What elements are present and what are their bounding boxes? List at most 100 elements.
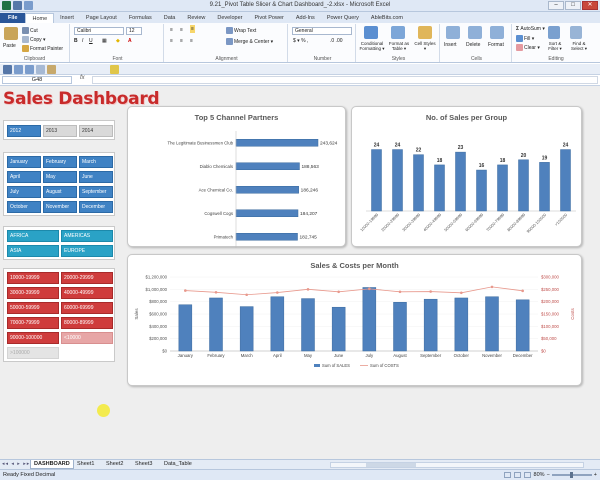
slicer-range[interactable]: 60000-69999 — [61, 302, 113, 314]
underline-button[interactable]: U — [89, 38, 93, 44]
slicer-month[interactable]: September — [79, 186, 113, 198]
slicer-region[interactable]: AMERICAS — [61, 230, 113, 242]
sort-filter-button[interactable]: Sort & Filter ▾ — [544, 41, 566, 51]
slicer-month[interactable]: December — [79, 201, 113, 213]
tab-data[interactable]: Data — [158, 13, 182, 23]
horizontal-scrollbar[interactable] — [330, 462, 584, 468]
zoom-slider[interactable] — [551, 472, 592, 478]
name-box[interactable]: G48 — [2, 76, 72, 84]
slicer-month[interactable]: June — [79, 171, 113, 183]
tab-file[interactable]: File — [0, 13, 26, 23]
cell-styles-button[interactable]: Cell Styles ▾ — [414, 41, 436, 51]
wrap-text-button[interactable]: Wrap Text — [226, 27, 256, 34]
paste-icon[interactable] — [4, 27, 18, 40]
slicer-range[interactable]: 30000-39999 — [7, 287, 59, 299]
qa-redo-icon[interactable] — [25, 65, 34, 74]
find-select-button[interactable]: Find & Select ▾ — [568, 41, 590, 51]
format-as-table-button[interactable]: Format as Table ▾ — [387, 41, 411, 51]
slicer-range[interactable]: 50000-59999 — [7, 302, 59, 314]
autosum-button[interactable]: Σ AutoSum ▾ — [516, 26, 545, 32]
decimal-icon[interactable]: .0 .00 — [330, 38, 343, 44]
fx-icon[interactable]: fx — [80, 75, 85, 81]
slicer-region[interactable]: EUROPE — [61, 245, 113, 257]
qa-print-icon[interactable] — [36, 65, 45, 74]
slicer-month[interactable]: October — [7, 201, 41, 213]
format-button[interactable]: Format — [488, 42, 504, 48]
minimize-button[interactable]: – — [548, 1, 564, 10]
font-name-select[interactable]: Calibri — [74, 27, 124, 35]
tab-home[interactable]: Home — [25, 13, 55, 23]
delete-button[interactable]: Delete — [466, 42, 480, 48]
conditional-formatting-button[interactable]: Conditional Formatting ▾ — [359, 41, 385, 51]
fill-button[interactable]: Fill ▾ — [516, 35, 534, 42]
sheet-tab-sheet1[interactable]: Sheet1 — [74, 460, 97, 469]
slicer-year-2014[interactable]: 2014 — [79, 125, 113, 137]
format-table-icon[interactable] — [391, 26, 405, 39]
tab-power-query[interactable]: Power Query — [321, 13, 365, 23]
font-color-icon[interactable]: A — [128, 38, 132, 44]
align-right-icon[interactable]: ≡ — [190, 38, 193, 44]
sales-costs-chart-panel[interactable]: Sales & Costs per Month $0 $200,000 $400,0… — [127, 254, 582, 386]
slicer-range[interactable]: >100000 — [7, 347, 59, 359]
sort-filter-icon[interactable] — [548, 26, 560, 39]
qa-custom-icon[interactable] — [110, 65, 119, 74]
currency-icon[interactable]: $ ▾ % , — [293, 38, 308, 44]
slicer-month[interactable]: March — [79, 156, 113, 168]
slicer-region[interactable]: ASIA — [7, 245, 59, 257]
slicer-range[interactable]: 10000-19999 — [7, 272, 59, 284]
tab-review[interactable]: Review — [181, 13, 211, 23]
paste-button[interactable]: Paste — [3, 43, 16, 49]
formula-input[interactable] — [92, 76, 598, 84]
sheet-tab-data-table[interactable]: Data_Table — [161, 460, 195, 469]
tab-add-ins[interactable]: Add-Ins — [290, 13, 321, 23]
slicer-range[interactable]: 80000-89999 — [61, 317, 113, 329]
zoom-slider-thumb[interactable] — [569, 472, 573, 478]
borders-icon[interactable]: ▦ — [102, 38, 107, 44]
page-break-view-icon[interactable] — [523, 472, 531, 478]
normal-view-icon[interactable] — [503, 472, 511, 478]
qa-open-icon[interactable] — [47, 65, 56, 74]
delete-cells-icon[interactable] — [468, 26, 482, 39]
copy-button[interactable]: Copy ▾ — [22, 36, 46, 43]
italic-button[interactable]: I — [82, 38, 83, 44]
qa-save-icon[interactable] — [3, 65, 12, 74]
sheet-nav-arrows-icon[interactable]: ◂◂ ◂ ▸ ▸▸ — [2, 461, 30, 467]
insert-button[interactable]: Insert — [444, 42, 457, 48]
slicer-region[interactable]: AFRICA — [7, 230, 59, 242]
slicer-month[interactable]: January — [7, 156, 41, 168]
merge-center-button[interactable]: Merge & Center ▾ — [226, 38, 273, 45]
slicer-range[interactable]: <10000 — [61, 332, 113, 344]
font-size-select[interactable]: 12 — [126, 27, 142, 35]
tab-formulas[interactable]: Formulas — [123, 13, 158, 23]
find-select-icon[interactable] — [570, 26, 582, 39]
slicer-month[interactable]: July — [7, 186, 41, 198]
close-button[interactable]: ✕ — [582, 1, 598, 10]
zoom-out-icon[interactable]: − — [547, 470, 550, 480]
sheet-tab-sheet3[interactable]: Sheet3 — [132, 460, 155, 469]
qa-undo-icon[interactable] — [14, 65, 23, 74]
fill-color-icon[interactable]: ◆ — [116, 38, 120, 44]
tab-page-layout[interactable]: Page Layout — [80, 13, 123, 23]
slicer-month[interactable]: May — [43, 171, 77, 183]
slicer-month[interactable]: April — [7, 171, 41, 183]
slicer-month[interactable]: February — [43, 156, 77, 168]
align-left-icon[interactable]: ≡ — [170, 38, 173, 44]
tab-developer[interactable]: Developer — [211, 13, 248, 23]
tab-insert[interactable]: Insert — [54, 13, 80, 23]
align-top-icon[interactable]: ≡ — [170, 27, 173, 33]
slicer-range[interactable]: 20000-29999 — [61, 272, 113, 284]
align-middle-icon[interactable]: ≡ — [180, 27, 183, 33]
slicer-range[interactable]: 90000-100000 — [7, 332, 59, 344]
slicer-year-2012[interactable]: 2012 — [7, 125, 41, 137]
worksheet[interactable]: Sales Dashboard 2012 2013 2014 January F… — [0, 86, 600, 459]
format-painter-button[interactable]: Format Painter — [22, 45, 63, 52]
insert-cells-icon[interactable] — [446, 26, 460, 39]
sheet-tab-sheet2[interactable]: Sheet2 — [103, 460, 126, 469]
slicer-year-2013[interactable]: 2013 — [43, 125, 77, 137]
sheet-tab-dashboard[interactable]: DASHBOARD — [30, 460, 74, 469]
tab-ablebits[interactable]: AbleBits.com — [365, 13, 409, 23]
slicer-range[interactable]: 40000-49999 — [61, 287, 113, 299]
sales-per-group-chart-panel[interactable]: No. of Sales per Group 24 10000-19999 24 20… — [351, 106, 582, 247]
maximize-button[interactable]: □ — [565, 1, 581, 10]
bold-button[interactable]: B — [74, 38, 78, 44]
